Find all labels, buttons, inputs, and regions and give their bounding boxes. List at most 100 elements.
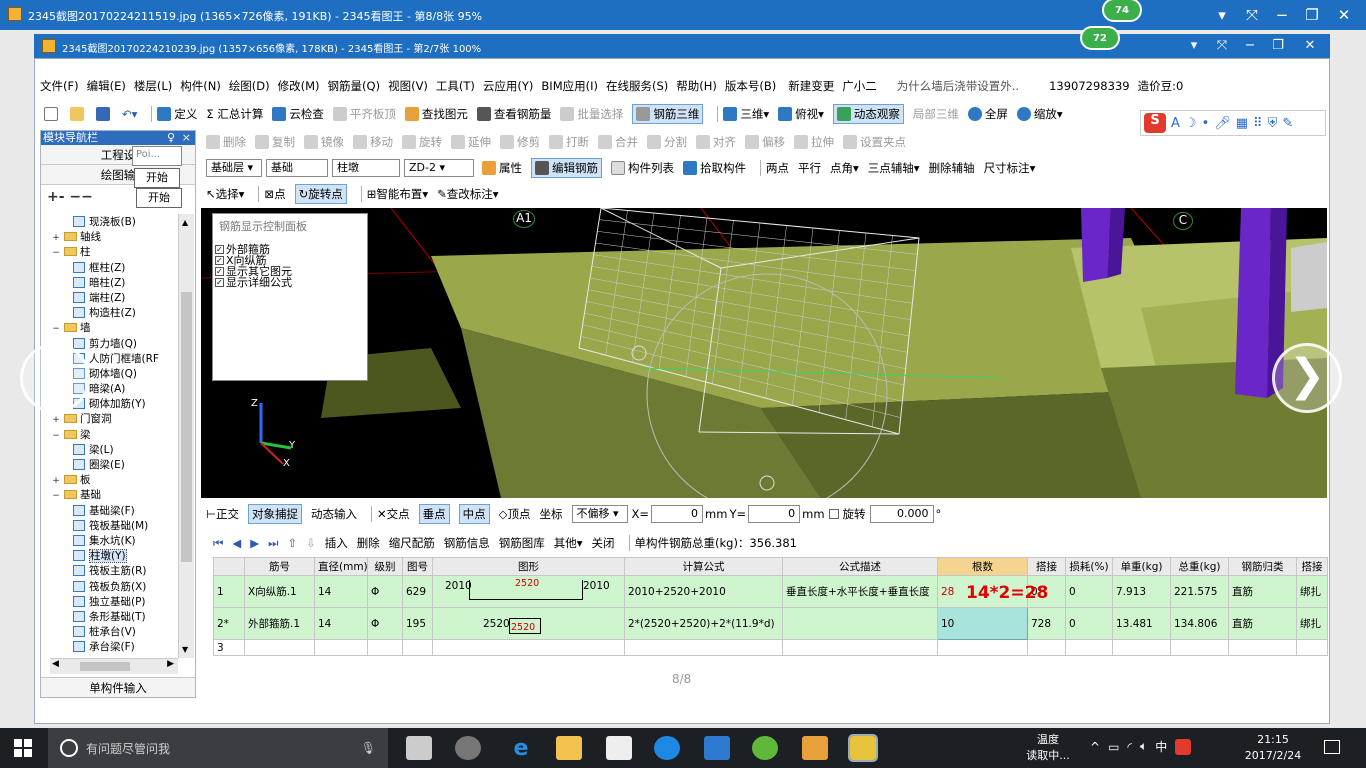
name-select[interactable]: ZD-2 ▾ bbox=[404, 159, 474, 177]
app-green-icon[interactable] bbox=[752, 736, 778, 760]
select-button[interactable]: ↖ 选择 ▾ bbox=[206, 186, 244, 202]
insert-button[interactable]: 插入 bbox=[325, 535, 348, 551]
tree-item[interactable]: − 墙 bbox=[41, 321, 179, 336]
table-cell[interactable]: Φ bbox=[367, 575, 403, 608]
image-viewer-icon[interactable] bbox=[848, 734, 878, 762]
table-cell[interactable]: 221.575 bbox=[1170, 575, 1229, 608]
app-notes-icon[interactable] bbox=[802, 736, 828, 760]
edit-tool-6[interactable]: 修剪 bbox=[500, 134, 540, 150]
next-record-icon[interactable]: ▶ bbox=[250, 536, 259, 550]
tree-item[interactable]: + 板 bbox=[41, 473, 179, 488]
three-point-axis-button[interactable]: 三点辅轴 ▾ bbox=[868, 160, 920, 176]
tree-item[interactable]: 框柱(Z) bbox=[41, 261, 179, 276]
menu-item-12[interactable]: 帮助(H) bbox=[676, 78, 717, 94]
perpendicular-button[interactable]: 垂点 bbox=[418, 504, 450, 524]
close-icon[interactable]: × bbox=[182, 131, 191, 145]
collapse-icon[interactable]: − bbox=[51, 322, 61, 337]
tree-item[interactable]: − 基础 bbox=[41, 488, 179, 503]
edit-rebar-button[interactable]: 编辑钢筋 bbox=[531, 158, 602, 178]
column-header[interactable] bbox=[213, 557, 245, 576]
table-cell[interactable]: 195 bbox=[402, 607, 433, 640]
coordinate-button[interactable]: 坐标 bbox=[540, 506, 563, 522]
table-cell[interactable]: 728 bbox=[1027, 607, 1066, 640]
moon-icon[interactable]: ☽ bbox=[1185, 116, 1197, 131]
menu-item-0[interactable]: 文件(F) bbox=[40, 78, 79, 94]
expand-icon[interactable]: + bbox=[51, 474, 61, 489]
calc-button[interactable]: Σ 汇总计算 bbox=[206, 106, 263, 122]
table-cell[interactable]: 直筋 bbox=[1228, 575, 1297, 608]
table-cell[interactable]: 绑扎 bbox=[1296, 575, 1328, 608]
wrench-icon[interactable]: ✎ bbox=[1282, 116, 1293, 131]
vertex-button[interactable]: ◇ 顶点 bbox=[499, 506, 531, 522]
dropdown-icon[interactable]: ▾ bbox=[1180, 35, 1208, 57]
checkbox-checked-icon[interactable]: ✓ bbox=[215, 256, 224, 265]
keyboard-icon[interactable]: ▦ bbox=[1236, 116, 1248, 131]
dropdown-icon[interactable]: ▾ bbox=[1208, 4, 1236, 26]
component-list-button[interactable]: 构件列表 bbox=[611, 160, 674, 176]
wifi-icon[interactable]: ◜ bbox=[1127, 740, 1132, 754]
volume-icon[interactable]: 🔈︎ bbox=[1140, 739, 1147, 754]
edit-tool-1[interactable]: 复制 bbox=[255, 134, 295, 150]
column-header[interactable]: 根数 bbox=[937, 557, 1028, 576]
battery-icon[interactable]: ▭ bbox=[1108, 740, 1119, 754]
table-cell[interactable]: 2010+2520+2010 bbox=[624, 575, 783, 608]
table-cell[interactable]: 629 bbox=[402, 575, 433, 608]
tree-item[interactable]: 端柱(Z) bbox=[41, 291, 179, 306]
grid-icon[interactable]: ⠿ bbox=[1253, 116, 1263, 131]
edit-tool-3[interactable]: 移动 bbox=[353, 134, 393, 150]
table-cell[interactable] bbox=[624, 639, 783, 656]
restore-button[interactable]: ❐ bbox=[1264, 35, 1292, 57]
action-center-icon[interactable] bbox=[1324, 740, 1340, 754]
properties-button[interactable]: 属性 bbox=[482, 160, 522, 176]
delete-row-button[interactable]: 删除 bbox=[357, 535, 380, 551]
menu-item-9[interactable]: 云应用(Y) bbox=[483, 78, 534, 94]
column-header[interactable]: 图号 bbox=[402, 557, 433, 576]
table-cell[interactable] bbox=[367, 639, 403, 656]
edit-tool-13[interactable]: 设置夹点 bbox=[843, 134, 906, 150]
table-cell[interactable] bbox=[1027, 639, 1066, 656]
column-header[interactable]: 筋号 bbox=[244, 557, 315, 576]
weather-widget[interactable]: 温度 读取中... bbox=[1024, 732, 1072, 764]
menu-item-3[interactable]: 构件(N) bbox=[180, 78, 221, 94]
tree-item[interactable]: + 门窗洞 bbox=[41, 412, 179, 427]
edit-tool-12[interactable]: 拉伸 bbox=[794, 134, 834, 150]
tree-item[interactable]: − 梁 bbox=[41, 428, 179, 443]
tray-expand-icon[interactable]: ^ bbox=[1090, 740, 1100, 754]
table-cell[interactable]: 直筋 bbox=[1228, 607, 1297, 640]
object-snap-button[interactable]: 对象捕捉 bbox=[248, 504, 303, 524]
category-select[interactable]: 基础 bbox=[266, 159, 328, 177]
delete-axis-button[interactable]: 删除辅轴 bbox=[929, 160, 975, 176]
rebar-info-button[interactable]: 钢筋信息 bbox=[444, 535, 490, 551]
column-header[interactable]: 总重(kg) bbox=[1170, 557, 1229, 576]
table-cell[interactable] bbox=[314, 639, 368, 656]
table-cell[interactable]: X向纵筋.1 bbox=[244, 575, 315, 608]
other-button[interactable]: 其他 ▾ bbox=[554, 535, 583, 551]
column-header[interactable]: 损耗(%) bbox=[1065, 557, 1113, 576]
file-explorer-icon[interactable] bbox=[556, 736, 582, 760]
fullscreen-icon[interactable]: ⤧ bbox=[1208, 35, 1236, 57]
table-cell[interactable]: 0 bbox=[1065, 607, 1113, 640]
close-button[interactable]: ✕ bbox=[1296, 35, 1324, 57]
menu-item-2[interactable]: 楼层(L) bbox=[134, 78, 172, 94]
table-cell[interactable]: 2*(2520+2520)+2*(11.9*d) bbox=[624, 607, 783, 640]
table-cell[interactable] bbox=[1170, 639, 1229, 656]
ime-a-icon[interactable]: A bbox=[1171, 116, 1180, 131]
tree-item[interactable]: 暗柱(Z) bbox=[41, 276, 179, 291]
column-header[interactable]: 钢筋归类 bbox=[1228, 557, 1297, 576]
table-cell[interactable]: 3 bbox=[213, 639, 245, 656]
column-header[interactable]: 公式描述 bbox=[782, 557, 938, 576]
column-header[interactable]: 搭接 bbox=[1027, 557, 1066, 576]
menu-item-5[interactable]: 修改(M) bbox=[278, 78, 320, 94]
menu-item-11[interactable]: 在线服务(S) bbox=[606, 78, 668, 94]
define-button[interactable]: 定义 bbox=[157, 106, 197, 122]
tree-item[interactable]: 条形基础(T) bbox=[41, 610, 179, 625]
scroll-down-icon[interactable]: ▼ bbox=[182, 645, 188, 654]
column-header[interactable]: 单重(kg) bbox=[1112, 557, 1171, 576]
table-cell[interactable]: 134.806 bbox=[1170, 607, 1229, 640]
windows-start-icon[interactable] bbox=[14, 739, 32, 757]
close-button[interactable]: ✕ bbox=[1330, 4, 1358, 26]
close-grid-button[interactable]: 关闭 bbox=[592, 535, 615, 551]
tree-item[interactable]: 圈梁(E) bbox=[41, 458, 179, 473]
tree-item[interactable]: 构造柱(Z) bbox=[41, 306, 179, 321]
tree-item[interactable]: 基础梁(F) bbox=[41, 504, 179, 519]
